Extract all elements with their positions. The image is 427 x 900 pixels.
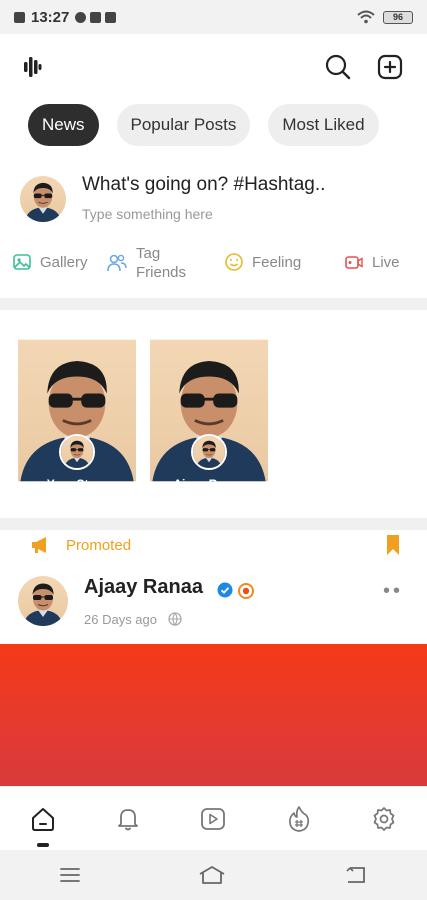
avatar[interactable] (20, 176, 66, 222)
feeling-button[interactable]: Feeling (224, 252, 301, 272)
users-icon (107, 254, 127, 272)
avatar (191, 434, 227, 470)
bookmark-icon[interactable] (386, 534, 400, 556)
feed-filter-tabs: News Popular Posts Most Liked (28, 104, 379, 146)
more-options-button[interactable]: •• (383, 580, 403, 603)
nav-videos[interactable] (193, 799, 233, 839)
tab-popular-posts[interactable]: Popular Posts (116, 104, 251, 146)
play-icon (201, 807, 226, 830)
composer-prompt[interactable]: What's going on? #Hashtag.. (82, 174, 325, 196)
nav-trending[interactable] (279, 799, 319, 839)
tag-friends-label: Tag Friends (136, 245, 187, 281)
system-back-icon[interactable] (344, 866, 368, 884)
pro-badge-icon (238, 583, 254, 599)
gear-icon (373, 806, 395, 831)
waveform-logo-icon[interactable] (24, 56, 42, 78)
add-square-icon[interactable] (377, 54, 403, 80)
camera-status-icon (90, 11, 102, 23)
composer-actions: Gallery Tag Friends Feeling Live (0, 244, 427, 286)
trending-hashtag-icon (288, 805, 309, 832)
home-icon (31, 807, 54, 831)
section-divider (0, 298, 427, 310)
nav-notifications[interactable] (108, 799, 148, 839)
tab-most-liked[interactable]: Most Liked (268, 104, 379, 146)
smile-icon (225, 253, 243, 271)
status-time: 13:27 (31, 8, 70, 26)
battery-indicator: 96 (383, 10, 413, 24)
story-card-your-story[interactable]: Your Story (18, 322, 136, 499)
image-icon (13, 254, 31, 270)
gallery-label: Gallery (40, 253, 88, 271)
settings-status-icon (75, 11, 87, 23)
wifi-icon (357, 10, 375, 24)
avatar[interactable] (18, 576, 68, 626)
nav-home[interactable] (23, 799, 63, 847)
tab-news[interactable]: News (28, 104, 99, 146)
download-status-icon (105, 11, 117, 23)
status-bar: 13:27 96 (0, 0, 427, 34)
app-header (0, 34, 427, 100)
story-card-ajaay-ranaa[interactable]: Ajaay Ranaa (150, 322, 268, 499)
verified-badge-icon (217, 582, 233, 598)
bottom-nav (0, 786, 427, 850)
video-icon (345, 256, 363, 269)
live-label: Live (372, 253, 400, 271)
system-navigation-bar (0, 850, 427, 900)
system-home-icon[interactable] (198, 865, 226, 885)
feeling-label: Feeling (252, 253, 302, 271)
notification-icon (14, 11, 25, 23)
section-divider (0, 518, 427, 530)
status-icons (75, 11, 117, 23)
search-icon[interactable] (325, 54, 351, 80)
globe-icon (168, 612, 182, 626)
composer-placeholder[interactable]: Type something here (82, 206, 213, 222)
post-composer[interactable]: What's going on? #Hashtag.. Type somethi… (20, 172, 410, 228)
story-photo (150, 337, 268, 484)
post-header: Ajaay Ranaa 26 Days ago •• (18, 574, 413, 630)
tag-friends-button[interactable]: Tag Friends (106, 244, 186, 282)
active-indicator (36, 842, 49, 847)
recent-apps-icon[interactable] (59, 867, 81, 883)
story-label: Ajaay Ranaa (173, 477, 245, 491)
gallery-button[interactable]: Gallery (12, 252, 88, 272)
live-button[interactable]: Live (344, 252, 400, 272)
promoted-banner: Promoted (30, 530, 400, 560)
avatar (59, 434, 95, 470)
megaphone-icon (32, 537, 46, 553)
bell-icon (118, 808, 138, 830)
post-time: 26 Days ago (84, 612, 157, 627)
stories-row: Your Story Ajaay Ranaa (18, 322, 268, 499)
post-media[interactable] (0, 644, 427, 786)
post-author-name[interactable]: Ajaay Ranaa (84, 576, 203, 599)
nav-settings[interactable] (364, 799, 404, 839)
story-label: Your Story (46, 477, 108, 491)
promoted-label: Promoted (66, 536, 132, 554)
story-photo (18, 337, 136, 484)
